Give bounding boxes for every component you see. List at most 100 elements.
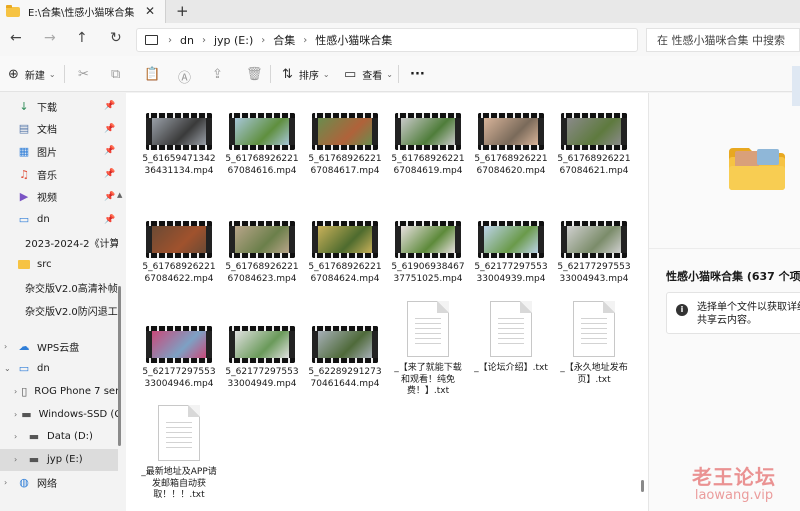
file-name: 5_6165947134236431134.mp4 [142, 154, 216, 176]
sidebar-drive-item[interactable]: › ▬ jyp (E:) [0, 448, 118, 471]
sidebar-quick-access-item[interactable]: ♫ 音乐 📌 [0, 163, 118, 185]
back-icon[interactable]: ← [10, 30, 22, 46]
sidebar-drive-item[interactable]: › ▬ Data (D:) [0, 426, 118, 448]
video-file-item[interactable]: 5_6176892622167084621.mp4 [556, 113, 632, 177]
text-document-icon [490, 301, 532, 357]
forward-icon[interactable]: → [44, 30, 56, 46]
paste-icon: 📋 [144, 67, 161, 82]
file-name: 5_6217729755333004949.mp4 [225, 367, 299, 389]
sidebar-quick-access-item[interactable]: ▤ 文档 📌 [0, 118, 118, 140]
video-file-item[interactable]: 5_6165947134236431134.mp4 [141, 113, 217, 177]
video-file-item[interactable]: 5_6176892622167084619.mp4 [390, 113, 466, 177]
sidebar-folder-item[interactable]: 2023-2024-2《计算机 [0, 231, 118, 253]
quick-access-icon: ♫ [19, 167, 29, 181]
video-file-item[interactable]: 5_6176892622167084616.mp4 [224, 113, 300, 177]
video-file-item[interactable]: 5_6176892622167084624.mp4 [307, 221, 383, 285]
video-thumbnail [312, 113, 378, 150]
sidebar-item-label: jyp (E:) [47, 454, 83, 465]
copy-icon: ⧉ [111, 67, 121, 82]
sidebar-quick-access-item[interactable]: ↓ 下载 📌 [0, 95, 118, 117]
file-name: 5_6217729755333004939.mp4 [474, 262, 548, 284]
sidebar-folder-item[interactable]: 杂交版V2.0高清补帧工 [0, 277, 118, 299]
file-name: 5_6176892622167084616.mp4 [225, 154, 299, 176]
tab-title: E:\合集\性感小猫咪合集 [28, 8, 135, 19]
tab-current-folder[interactable]: E:\合集\性感小猫咪合集 ✕ [0, 0, 166, 23]
plus-circle-icon: ⊕ [8, 67, 19, 82]
sidebar-drive-item[interactable]: › ▯ ROG Phone 7 series [0, 380, 118, 402]
sidebar-drive-item[interactable]: › ◍ 网络 [0, 471, 118, 493]
breadcrumb-dn[interactable]: dn [180, 34, 194, 47]
video-file-item[interactable]: 5_6176892622167084620.mp4 [473, 113, 549, 177]
chevron-right-icon[interactable]: › [4, 342, 14, 351]
up-icon[interactable]: ↑ [76, 30, 88, 46]
view-button[interactable]: ▭ 查看 ⌄ [344, 67, 393, 82]
video-file-item[interactable]: 5_6228929127370461644.mp4 [307, 326, 383, 390]
content-scroll-thumb[interactable] [641, 480, 644, 492]
video-thumbnail [395, 221, 461, 258]
file-name: _最新地址及APP请发邮箱自动获取！！！.txt [141, 467, 217, 500]
copy-button[interactable]: ⧉ [111, 67, 126, 82]
cut-button[interactable]: ✂ [78, 67, 95, 82]
video-file-item[interactable]: 5_6176892622167084623.mp4 [224, 221, 300, 285]
delete-button[interactable]: 🗑 [246, 67, 269, 82]
quick-access-icon: ▦ [18, 144, 30, 158]
sort-button[interactable]: ⇅ 排序 ⌄ [282, 67, 330, 82]
close-tab-icon[interactable]: ✕ [145, 4, 155, 18]
paste-button[interactable]: 📋 [144, 67, 166, 82]
sidebar-quick-access-item[interactable]: ▶ 视频 📌 [0, 186, 118, 208]
chevron-down-icon[interactable]: ⌄ [4, 364, 14, 373]
breadcrumb-drive[interactable]: jyp (E:) [214, 34, 253, 47]
refresh-icon[interactable]: ↻ [110, 30, 122, 46]
sidebar-folder-item[interactable]: src [0, 254, 118, 276]
text-file-item[interactable]: _【来了就能下载和观看！纯免费！】.txt [390, 301, 466, 398]
sidebar-item-label: Windows-SSD (C:) [38, 408, 118, 420]
video-thumbnail [478, 113, 544, 150]
breadcrumb-separator: › [201, 34, 206, 46]
sidebar-drive-item[interactable]: › ☁ WPS云盘 [0, 335, 118, 357]
sidebar-quick-access-item[interactable]: ▦ 图片 📌 [0, 140, 118, 162]
content-scrollbar[interactable] [638, 93, 648, 511]
new-button[interactable]: ⊕ 新建 ⌄ [8, 67, 56, 82]
quick-access-icon: ▭ [18, 213, 30, 226]
sidebar-drive-item[interactable]: ⌄ ▭ dn [0, 358, 118, 380]
text-file-item[interactable]: _【论坛介绍】.txt [473, 301, 549, 375]
sidebar-item-label: Data (D:) [47, 431, 93, 443]
chevron-right-icon[interactable]: › [14, 387, 17, 396]
more-options-button[interactable]: ··· [410, 67, 425, 82]
chevron-right-icon[interactable]: › [4, 478, 14, 487]
sidebar-drive-item[interactable]: › ▬ Windows-SSD (C:) [0, 403, 118, 425]
chevron-right-icon[interactable]: › [14, 410, 17, 419]
search-input[interactable]: 在 性感小猫咪合集 中搜索 [646, 28, 800, 52]
text-file-item[interactable]: _【永久地址发布页】.txt [556, 301, 632, 386]
video-file-item[interactable]: 5_6190693846737751025.mp4 [390, 221, 466, 285]
video-file-item[interactable]: 5_6176892622167084622.mp4 [141, 221, 217, 285]
text-document-icon [407, 301, 449, 357]
share-button[interactable]: ⇪ [212, 67, 229, 82]
text-document-icon [158, 405, 200, 461]
text-file-item[interactable]: _最新地址及APP请发邮箱自动获取！！！.txt [141, 405, 217, 502]
sidebar-quick-access-item[interactable]: ▭ dn 📌 [0, 209, 118, 231]
quick-access-icon: ▶ [19, 190, 29, 204]
breadcrumb-current[interactable]: 性感小猫咪合集 [315, 32, 392, 48]
info-icon: i [676, 304, 688, 316]
sidebar-folder-item[interactable]: 杂交版V2.0防闪退工具 [0, 299, 118, 321]
details-info-line-1: 选择单个文件以获取详细 [697, 302, 800, 313]
breadcrumb-collection[interactable]: 合集 [273, 32, 295, 48]
sidebar-scrollbar[interactable] [118, 286, 121, 446]
drive-icon: ▬ [21, 407, 32, 421]
add-tab-icon[interactable]: + [176, 2, 189, 20]
video-file-item[interactable]: 5_6176892622167084617.mp4 [307, 113, 383, 177]
watermark: 老王论坛 laowang.vip [680, 461, 788, 503]
video-file-item[interactable]: 5_6217729755333004949.mp4 [224, 326, 300, 390]
rename-button[interactable]: Ⓐ [178, 67, 197, 86]
video-file-item[interactable]: 5_6217729755333004943.mp4 [556, 221, 632, 285]
details-info-box: i 选择单个文件以获取详细 共享云内容。 [666, 292, 800, 334]
chevron-right-icon[interactable]: › [14, 455, 24, 464]
address-bar[interactable]: › dn › jyp (E:) › 合集 › 性感小猫咪合集 [136, 28, 638, 52]
this-pc-icon[interactable] [145, 35, 158, 45]
video-file-item[interactable]: 5_6217729755333004946.mp4 [141, 326, 217, 390]
video-file-item[interactable]: 5_6217729755333004939.mp4 [473, 221, 549, 285]
video-thumbnail [312, 326, 378, 363]
chevron-right-icon[interactable]: › [14, 432, 24, 441]
folder-large-icon [729, 148, 785, 190]
